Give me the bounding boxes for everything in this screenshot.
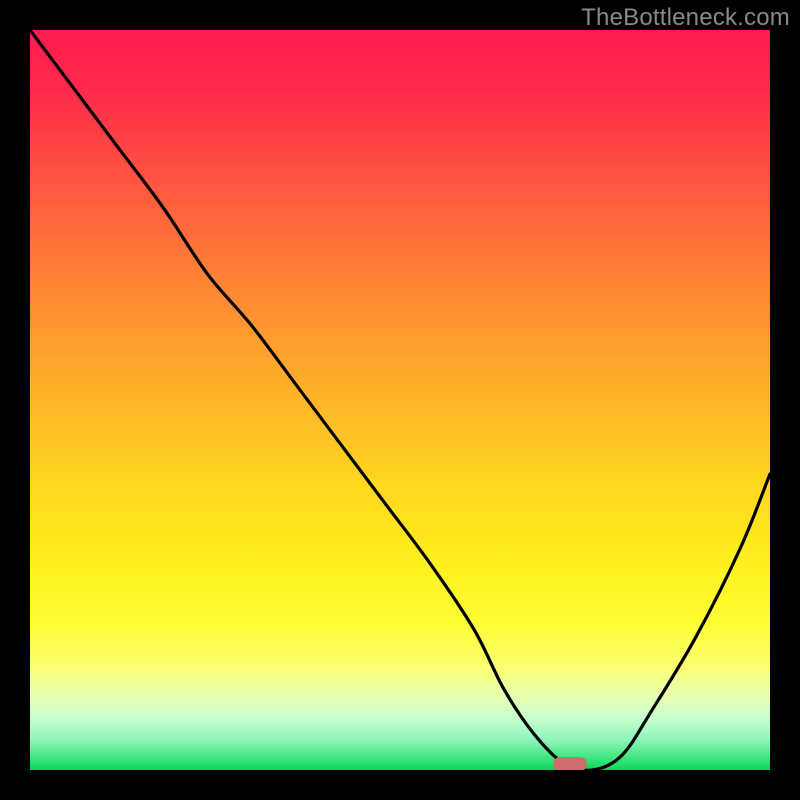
- plot-area: [30, 30, 770, 770]
- chart-frame: TheBottleneck.com: [0, 0, 800, 800]
- bottleneck-curve: [30, 30, 770, 770]
- optimal-point-marker: [553, 757, 587, 770]
- watermark-text: TheBottleneck.com: [581, 4, 790, 32]
